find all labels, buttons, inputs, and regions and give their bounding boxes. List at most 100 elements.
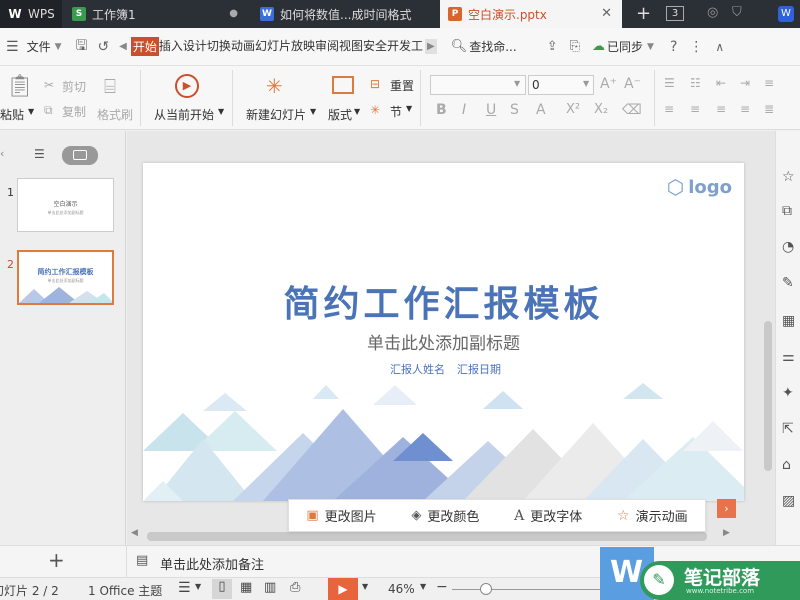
brush-icon[interactable]: ✎ bbox=[782, 275, 794, 291]
add-slide-icon[interactable]: + bbox=[48, 548, 65, 572]
chevron-down-icon[interactable]: ▼ bbox=[514, 79, 520, 88]
magic-icon[interactable]: ☆ bbox=[782, 169, 795, 185]
chevron-down-icon[interactable]: ▼ bbox=[55, 42, 62, 52]
tab-presentation[interactable]: P 空白演示.pptx ✕ bbox=[440, 0, 622, 28]
format-painter-button[interactable]: 格式刷 bbox=[97, 106, 133, 123]
menu-view[interactable]: 视图 bbox=[339, 37, 363, 56]
copy-button[interactable]: 复制 bbox=[62, 103, 86, 120]
change-color-button[interactable]: ◈ 更改颜色 bbox=[411, 506, 479, 525]
cut-button[interactable]: 剪切 bbox=[62, 78, 86, 95]
scroll-left-icon[interactable]: ◀ bbox=[131, 528, 138, 538]
numbered-list-icon[interactable]: ☷ bbox=[690, 76, 701, 90]
thumbnail-view-toggle[interactable] bbox=[62, 146, 98, 165]
scroll-right-icon[interactable]: ▶ bbox=[425, 39, 437, 54]
collapse-panel-icon[interactable]: ‹ bbox=[0, 147, 4, 160]
play-icon[interactable]: ▶ bbox=[175, 74, 199, 98]
change-picture-button[interactable]: ▣ 更改图片 bbox=[306, 506, 376, 525]
new-slide-button[interactable]: 新建幻灯片 bbox=[246, 106, 306, 123]
zoom-out-icon[interactable]: − bbox=[436, 579, 448, 595]
decrease-font-icon[interactable]: A⁻ bbox=[624, 76, 641, 92]
outline-view-icon[interactable]: ☰ bbox=[34, 147, 45, 161]
play-from-current-button[interactable]: 从当前开始 bbox=[154, 106, 214, 123]
chevron-down-icon[interactable]: ▼ bbox=[354, 107, 360, 116]
bullet-list-icon[interactable]: ☰ bbox=[664, 76, 675, 90]
zoom-level[interactable]: 46% bbox=[388, 582, 415, 596]
menu-devtools[interactable]: 开发工具 bbox=[387, 37, 423, 56]
align-right-icon[interactable]: ≡ bbox=[716, 102, 726, 116]
chevron-down-icon[interactable]: ▼ bbox=[195, 582, 201, 591]
eraser-icon[interactable]: ⌫ bbox=[622, 102, 642, 118]
tab-writer[interactable]: W 如何将数值...成时间格式 bbox=[252, 0, 436, 28]
menu-transition[interactable]: 切换 bbox=[207, 37, 231, 56]
slide-thumbnail-1[interactable]: 空白演示 单击此处添加副标题 bbox=[17, 178, 114, 232]
horizontal-scrollbar[interactable] bbox=[147, 532, 707, 541]
indent-decrease-icon[interactable]: ⇤ bbox=[716, 76, 726, 90]
menu-review[interactable]: 审阅 bbox=[315, 37, 339, 56]
chevron-down-icon[interactable]: ▼ bbox=[28, 107, 34, 116]
underline-icon[interactable]: U bbox=[486, 102, 496, 118]
section-button[interactable]: 节 bbox=[390, 103, 402, 120]
shadow-icon[interactable]: S bbox=[510, 102, 519, 118]
search-icon[interactable]: 🔍︎ bbox=[451, 39, 468, 54]
font-color-icon[interactable]: A bbox=[536, 102, 546, 118]
chevron-down-icon[interactable]: ▼ bbox=[310, 107, 316, 116]
superscript-icon[interactable]: X² bbox=[566, 102, 580, 117]
hamburger-icon[interactable]: ☰ bbox=[6, 39, 19, 55]
save-icon[interactable]: 🖫 bbox=[76, 35, 88, 59]
menu-file[interactable]: 文件 bbox=[27, 38, 51, 55]
slide-subtitle[interactable]: 单击此处添加副标题 bbox=[143, 329, 744, 354]
skin-icon[interactable]: ◎ bbox=[707, 5, 718, 20]
slide-editor[interactable]: ⬡ logo 简约工作汇报模板 单击此处添加副标题 汇报人姓名 汇报日期 bbox=[143, 163, 744, 501]
reset-button[interactable]: 重置 bbox=[390, 77, 414, 94]
tab-count-badge[interactable]: 3 bbox=[666, 6, 684, 21]
tab-spreadsheet[interactable]: S 工作簿1 ● bbox=[64, 0, 248, 28]
zoom-slider[interactable] bbox=[452, 589, 602, 590]
layout-button[interactable]: 版式 bbox=[328, 106, 352, 123]
justify-icon[interactable]: ≡ bbox=[740, 102, 750, 116]
reset-icon[interactable]: ⊟ bbox=[370, 77, 380, 91]
shapes-icon[interactable]: ⧉ bbox=[782, 203, 792, 219]
image-icon[interactable]: ▨ bbox=[782, 493, 795, 509]
slide-logo[interactable]: ⬡ logo bbox=[667, 175, 732, 199]
shirt-icon[interactable]: ⛉ bbox=[732, 5, 742, 20]
tab-wps[interactable]: W WPS bbox=[0, 0, 62, 28]
new-slide-icon[interactable]: ✳ bbox=[266, 74, 283, 98]
slide-title[interactable]: 简约工作汇报模板 bbox=[143, 275, 744, 327]
more-icon[interactable]: ⋮ bbox=[689, 39, 703, 55]
expand-quick-bar-icon[interactable]: › bbox=[717, 499, 736, 518]
chevron-down-icon[interactable]: ▼ bbox=[406, 104, 412, 113]
vertical-scrollbar[interactable] bbox=[764, 321, 772, 471]
object-icon[interactable]: ◔ bbox=[782, 239, 794, 255]
section-icon[interactable]: ✳ bbox=[370, 103, 380, 117]
notes-input[interactable]: 单击此处添加备注 bbox=[160, 554, 264, 573]
format-painter-icon[interactable]: ⌸ bbox=[104, 74, 116, 98]
font-name-select[interactable] bbox=[430, 75, 526, 95]
folder-icon[interactable]: ⎘ bbox=[570, 39, 580, 54]
menu-home[interactable]: 开始 bbox=[130, 37, 159, 56]
notes-view-icon[interactable]: ⎙ bbox=[290, 580, 300, 595]
indent-increase-icon[interactable]: ⇥ bbox=[740, 76, 750, 90]
grid-icon[interactable]: ▦ bbox=[782, 313, 795, 329]
increase-font-icon[interactable]: A⁺ bbox=[600, 76, 617, 92]
list-icon[interactable]: ☰ bbox=[178, 580, 191, 596]
paste-icon[interactable]: 📋︎ bbox=[6, 74, 34, 99]
normal-view-icon[interactable]: ▯ bbox=[212, 579, 232, 599]
undo-icon[interactable]: ↺ bbox=[97, 39, 109, 55]
sync-status[interactable]: 已同步 bbox=[607, 38, 643, 55]
menu-slideshow[interactable]: 幻灯片放映 bbox=[255, 37, 315, 56]
search-command[interactable]: 查找命... bbox=[469, 38, 516, 55]
adjust-icon[interactable]: ⚌ bbox=[782, 349, 795, 365]
line-spacing-icon[interactable]: ≡ bbox=[764, 76, 774, 90]
chevron-down-icon[interactable]: ▼ bbox=[420, 582, 426, 591]
sorter-view-icon[interactable]: ▦ bbox=[240, 580, 252, 595]
new-tab-icon[interactable]: + bbox=[636, 3, 651, 24]
copy-icon[interactable]: ⧉ bbox=[44, 103, 53, 118]
reading-view-icon[interactable]: ▥ bbox=[264, 580, 276, 595]
cloud-sync-icon[interactable]: ☁ bbox=[592, 39, 605, 54]
bold-icon[interactable]: B bbox=[436, 102, 447, 118]
italic-icon[interactable]: I bbox=[462, 102, 466, 118]
demo-animation-button[interactable]: ☆ 演示动画 bbox=[617, 506, 688, 526]
close-icon[interactable]: ✕ bbox=[601, 6, 612, 21]
paste-button[interactable]: 粘贴 bbox=[0, 106, 24, 123]
align-center-icon[interactable]: ≡ bbox=[690, 102, 700, 116]
